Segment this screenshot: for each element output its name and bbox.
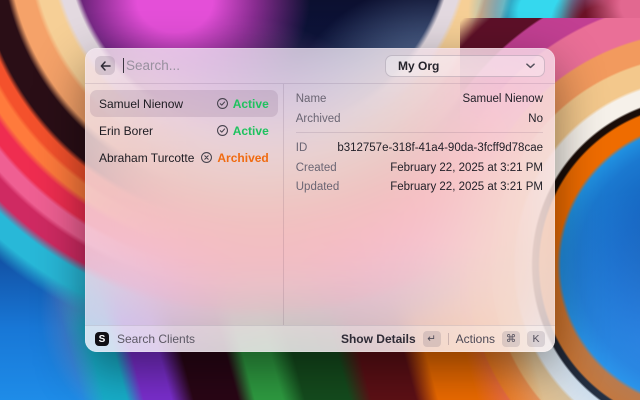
detail-row: Name Samuel Nienow	[296, 93, 543, 105]
search-placeholder: Search...	[126, 58, 180, 73]
app-logo-icon: S	[95, 332, 109, 346]
chevron-down-icon	[526, 63, 535, 69]
org-dropdown[interactable]: My Org	[385, 55, 545, 77]
client-name: Abraham Turcotte	[99, 151, 194, 165]
detail-value: Samuel Nienow	[462, 93, 543, 105]
detail-label: Archived	[296, 113, 341, 125]
x-circle-icon	[200, 151, 213, 164]
detail-row: Updated February 22, 2025 at 3:21 PM	[296, 181, 543, 193]
detail-label: Updated	[296, 181, 339, 193]
back-button[interactable]	[95, 56, 115, 75]
command-name: Search Clients	[117, 332, 333, 346]
footer-actions: Show Details ↵ Actions ⌘ K	[341, 331, 545, 347]
detail-row: Archived No	[296, 113, 543, 125]
list-item[interactable]: Erin Borer Active	[90, 117, 278, 144]
detail-value: No	[528, 113, 543, 125]
status-badge: Active	[216, 124, 269, 138]
detail-label: Name	[296, 93, 327, 105]
status-label: Active	[233, 124, 269, 138]
client-list: Samuel Nienow Active Erin Borer Active	[85, 84, 284, 325]
list-item[interactable]: Samuel Nienow Active	[90, 90, 278, 117]
search-header: Search... My Org	[85, 48, 555, 84]
check-circle-icon	[216, 124, 229, 137]
status-label: Active	[233, 97, 269, 111]
back-arrow-icon	[100, 61, 111, 71]
list-item[interactable]: Abraham Turcotte Archived	[90, 144, 278, 171]
client-name: Samuel Nienow	[99, 97, 210, 111]
detail-value: b312757e-318f-41a4-90da-3fcff9d78cae	[337, 142, 543, 154]
org-dropdown-value: My Org	[398, 59, 526, 73]
detail-label: ID	[296, 142, 308, 154]
client-details: Name Samuel Nienow Archived No ID b31275…	[284, 84, 555, 325]
details-divider	[296, 132, 543, 133]
text-caret	[123, 58, 124, 73]
footer-bar: S Search Clients Show Details ↵ Actions …	[85, 325, 555, 352]
k-key-icon: K	[527, 331, 545, 347]
detail-row: Created February 22, 2025 at 3:21 PM	[296, 162, 543, 174]
detail-value: February 22, 2025 at 3:21 PM	[390, 181, 543, 193]
status-label: Archived	[217, 151, 268, 165]
detail-label: Created	[296, 162, 337, 174]
content-area: Samuel Nienow Active Erin Borer Active	[85, 84, 555, 325]
check-circle-icon	[216, 97, 229, 110]
status-badge: Active	[216, 97, 269, 111]
client-name: Erin Borer	[99, 124, 210, 138]
footer-divider	[448, 333, 449, 345]
detail-row: ID b312757e-318f-41a4-90da-3fcff9d78cae	[296, 142, 543, 154]
detail-value: February 22, 2025 at 3:21 PM	[390, 162, 543, 174]
launcher-window: Search... My Org Samuel Nienow Active Er…	[85, 48, 555, 352]
status-badge: Archived	[200, 151, 268, 165]
command-key-icon: ⌘	[502, 331, 520, 347]
search-input[interactable]: Search...	[123, 58, 377, 73]
return-key-icon: ↵	[423, 331, 441, 347]
show-details-button[interactable]: Show Details	[341, 332, 416, 346]
actions-button[interactable]: Actions	[456, 332, 495, 346]
